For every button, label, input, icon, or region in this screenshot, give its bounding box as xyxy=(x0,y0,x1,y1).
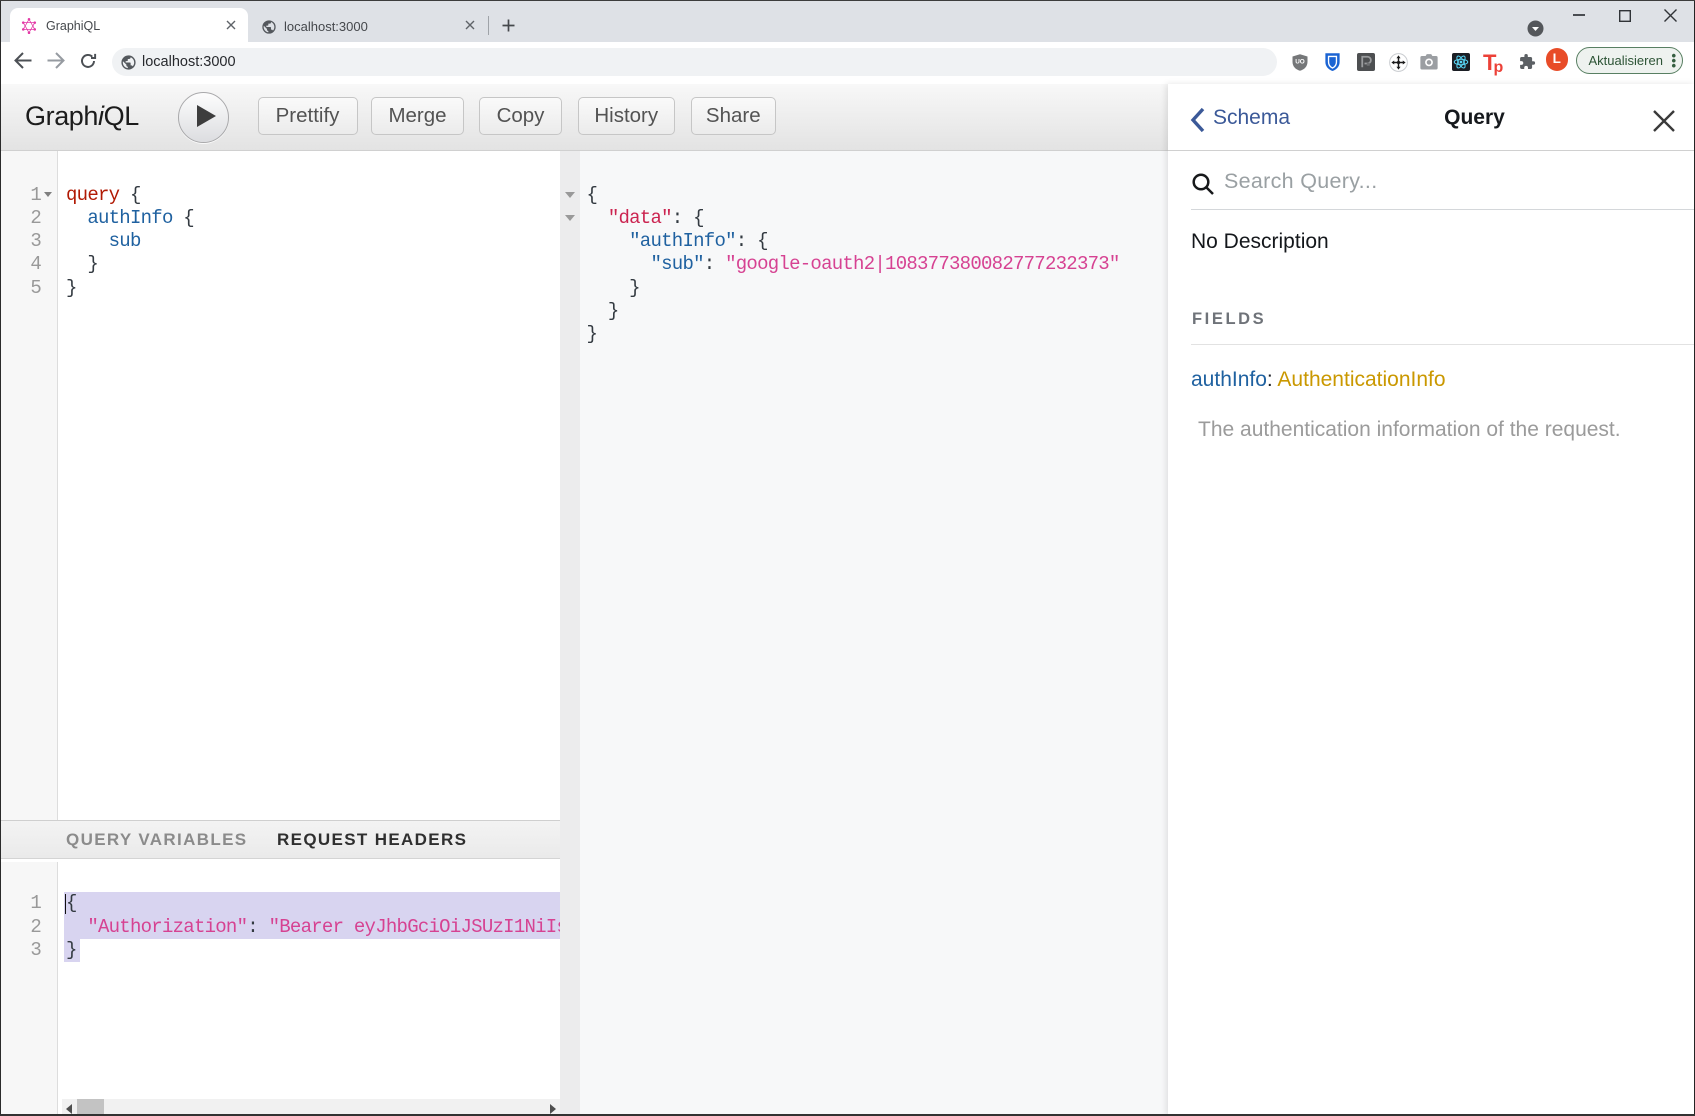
svg-text:UO: UO xyxy=(1295,59,1305,66)
